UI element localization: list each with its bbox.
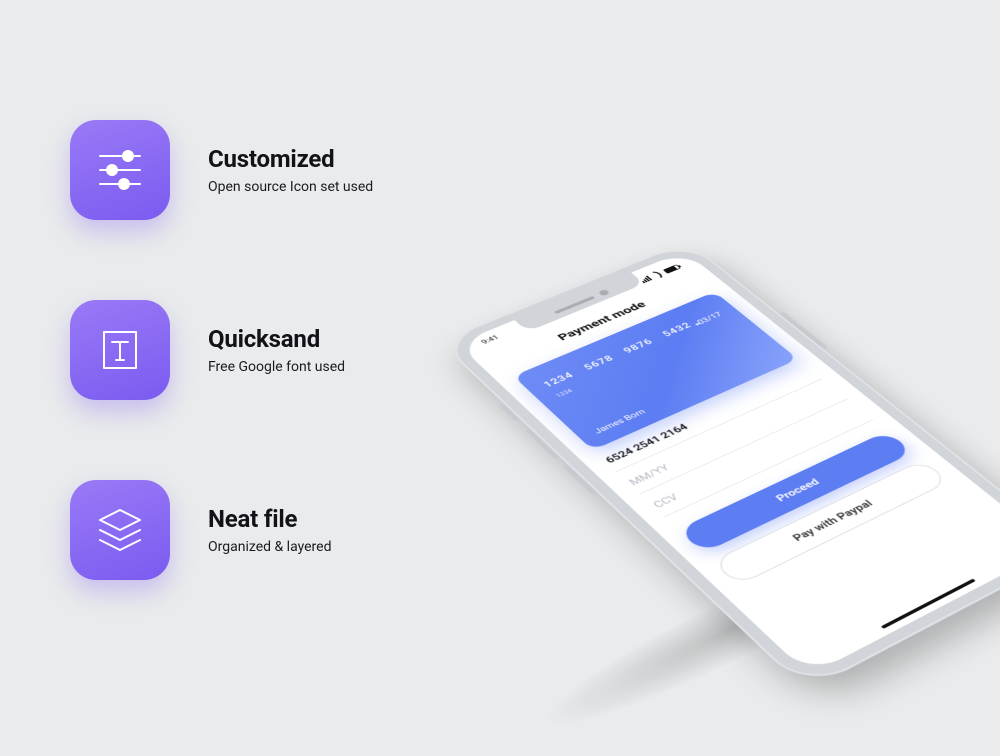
feature-customized: Customized Open source Icon set used [70, 120, 450, 220]
pay-with-paypal-button[interactable]: Pay with Paypal [712, 460, 950, 586]
feature-title: Customized [208, 145, 373, 173]
home-indicator[interactable] [881, 579, 976, 629]
sliders-icon [70, 120, 170, 220]
feature-subtitle: Free Google font used [208, 359, 345, 375]
phone-screen: 9:41 Payment mode 1234 5678 9876 [457, 251, 1000, 675]
wifi-icon [650, 271, 664, 279]
feature-subtitle: Open source Icon set used [208, 179, 373, 195]
feature-quicksand: Quicksand Free Google font used [70, 300, 450, 400]
feature-title: Quicksand [208, 325, 345, 353]
payment-app: Payment mode 1234 5678 9876 5432 1234 Ja… [478, 269, 1000, 676]
volume-down-button [562, 464, 598, 496]
feature-title: Neat file [208, 505, 331, 533]
feature-neatfile: Neat file Organized & layered [70, 480, 450, 580]
layers-icon [70, 480, 170, 580]
phone-body: 9:41 Payment mode 1234 5678 9876 [439, 241, 1000, 691]
battery-icon [663, 264, 681, 273]
phone-mockup: 9:41 Payment mode 1234 5678 9876 [480, 60, 1000, 740]
typography-icon [70, 300, 170, 400]
proceed-button[interactable]: Proceed [678, 431, 914, 553]
mute-switch [498, 403, 520, 421]
feature-subtitle: Organized & layered [208, 539, 331, 555]
status-time: 9:41 [480, 334, 506, 350]
feature-list: Customized Open source Icon set used Qui… [70, 120, 450, 660]
